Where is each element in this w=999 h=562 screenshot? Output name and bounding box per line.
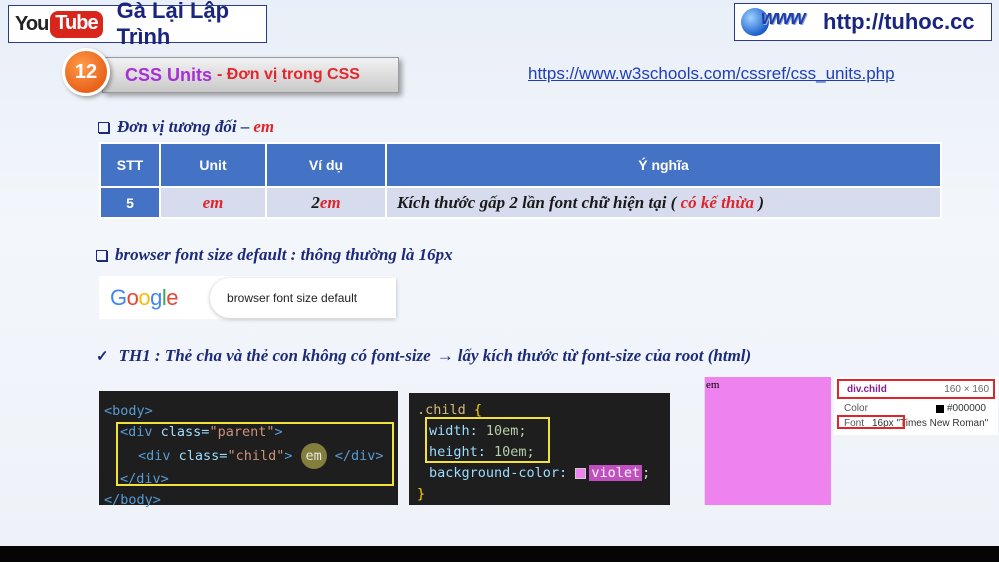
channel-name: Gà Lại Lập Trình: [116, 0, 230, 49]
google-letter: o: [138, 284, 151, 310]
table-row: 5 em 2em Kích thước gấp 2 lần font chữ h…: [99, 186, 942, 219]
meaning-prefix: Kích thước gấp 2 lần font chữ hiện tại (: [397, 192, 677, 212]
units-table: STT Unit Ví dụ Ý nghĩa 5 em 2em Kích thư…: [99, 142, 942, 219]
lesson-title-bar: CSS Units - Đơn vị trong CSS: [102, 57, 399, 93]
google-letter: g: [150, 284, 162, 310]
section-heading-em: Đơn vị tương đối – em: [98, 117, 274, 137]
cell-example: 2em: [265, 186, 387, 219]
code-line: </body>: [104, 490, 398, 511]
example-unit: em: [319, 192, 341, 212]
th1-text-2: lấy kích thước từ font-size của root (ht…: [457, 346, 752, 365]
google-letter: o: [126, 284, 139, 310]
lesson-number-badge: 12: [62, 48, 110, 96]
code-token: {: [473, 402, 483, 418]
devtools-color-label: Color: [844, 403, 868, 414]
channel-header: You Tube Gà Lại Lập Trình: [8, 0, 267, 49]
reference-link[interactable]: https://www.w3schools.com/cssref/css_uni…: [528, 64, 895, 84]
header-meaning: Ý nghĩa: [385, 142, 942, 188]
google-search-snippet: Google browser font size default: [99, 276, 396, 319]
google-search-input[interactable]: browser font size default: [210, 278, 396, 318]
www-globe-icon: www: [737, 5, 825, 39]
devtools-color-value: #000000: [947, 403, 986, 414]
section-heading-browser-font: browser font size default : thông thường…: [96, 245, 453, 265]
devtools-font-highlight-box: [837, 415, 905, 429]
google-letter: e: [166, 284, 179, 310]
example-number: 2: [311, 192, 320, 212]
youtube-logo-you: You: [15, 12, 49, 35]
lesson-subtitle: - Đơn vị trong CSS: [217, 66, 360, 83]
devtools-color-row: Color #000000: [844, 403, 986, 414]
color-swatch-icon: [936, 404, 944, 413]
code-token: background-color:: [429, 465, 568, 481]
site-url: http://tuhoc.cc: [823, 9, 975, 34]
section-heading-text: Đơn vị tương đối –: [117, 117, 250, 136]
header-unit: Unit: [159, 142, 267, 188]
code-highlight-box: [116, 422, 394, 486]
code-token: ;: [642, 465, 651, 481]
code-highlight-box: [425, 417, 550, 463]
code-line: }: [417, 484, 670, 505]
section-heading-text: browser font size default : thông thường…: [115, 245, 453, 264]
table-header-row: STT Unit Ví dụ Ý nghĩa: [99, 142, 942, 188]
devtools-element-size: 160 × 160: [944, 383, 989, 395]
code-token: violet: [589, 465, 643, 481]
css-code-panel: .child { width: 10em; height: 10em; back…: [409, 393, 670, 505]
bottom-bar: [0, 546, 999, 562]
code-line: background-color: violet;: [417, 463, 670, 484]
rendered-child-preview: em: [704, 377, 831, 505]
preview-text: em: [706, 379, 720, 391]
html-code-panel: <body> <div class="parent"> <div class="…: [99, 391, 398, 508]
checkmark-icon: ✓: [96, 348, 109, 365]
google-letter: G: [110, 284, 127, 310]
devtools-element-header: div.child 160 × 160: [837, 379, 995, 399]
devtools-tooltip: div.child 160 × 160 Color #000000 Font 1…: [834, 377, 998, 435]
code-token: <body>: [104, 403, 153, 419]
header-stt: STT: [99, 142, 161, 188]
square-bullet-icon: [96, 249, 107, 261]
cell-unit: em: [159, 186, 267, 219]
cell-meaning: Kích thước gấp 2 lần font chữ hiện tại (…: [385, 186, 942, 219]
www-logo-text: www: [761, 7, 806, 29]
square-bullet-icon: [98, 121, 109, 133]
youtube-logo-tube: Tube: [50, 10, 103, 38]
youtube-logo: You Tube: [15, 10, 103, 38]
devtools-element-name: div.child: [847, 383, 887, 395]
meaning-suffix: ): [758, 192, 764, 212]
code-line: <body>: [104, 401, 398, 422]
header-example: Ví dụ: [265, 142, 387, 188]
site-header: www http://tuhoc.cc: [734, 3, 992, 41]
meaning-highlight: có kế thừa: [680, 192, 755, 212]
code-token: }: [417, 486, 426, 502]
lesson-title: CSS Units: [125, 64, 213, 85]
th1-text: TH1 : Thẻ cha và thẻ con không có font-s…: [118, 346, 431, 365]
cell-stt: 5: [99, 186, 161, 219]
google-logo: Google: [110, 284, 179, 311]
color-swatch-icon: [575, 467, 587, 479]
section-heading-em-highlight: em: [253, 117, 275, 136]
code-token: </body>: [104, 492, 161, 508]
code-token: .child: [417, 402, 466, 418]
case-th1-line: ✓ TH1 : Thẻ cha và thẻ con không có font…: [96, 346, 751, 366]
arrow-right-icon: →: [436, 346, 454, 365]
